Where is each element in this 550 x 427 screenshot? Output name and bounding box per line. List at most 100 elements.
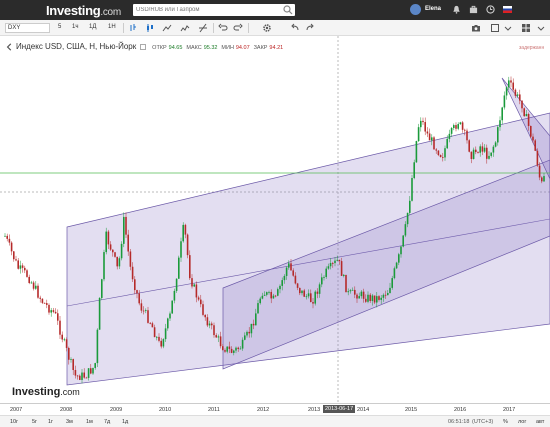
drawing-tools-icon[interactable] <box>198 23 208 33</box>
range-1y[interactable]: 1г <box>48 419 53 425</box>
indicators-icon[interactable] <box>180 23 190 33</box>
candle-body <box>349 290 352 292</box>
candle-body <box>360 291 363 297</box>
timeframe-1h[interactable]: 1ч <box>72 24 78 30</box>
candle-body <box>237 347 239 349</box>
candle-body <box>222 346 224 351</box>
range-5y[interactable]: 5г <box>32 419 37 425</box>
drawing-label: задержанн <box>519 45 545 51</box>
candle-body <box>129 251 132 267</box>
settings-gear-icon[interactable] <box>262 23 272 33</box>
bell-icon[interactable] <box>452 5 461 14</box>
percent-toggle[interactable]: % <box>503 419 508 425</box>
range-10y[interactable]: 10г <box>10 419 18 425</box>
candle-body <box>257 303 259 314</box>
candle-body <box>162 339 165 347</box>
range-7d[interactable]: 7д <box>104 419 110 425</box>
undo-icon[interactable] <box>218 23 228 33</box>
candle-body <box>373 295 376 303</box>
redo-icon[interactable] <box>233 23 243 33</box>
candle-body <box>477 152 479 153</box>
candle-body <box>175 278 178 291</box>
candle-body <box>470 151 473 160</box>
candle-body <box>261 295 264 299</box>
candle-body <box>182 224 184 242</box>
redo-arrow-icon[interactable] <box>305 23 315 33</box>
investing-logo[interactable]: Investing.com <box>46 3 121 18</box>
camera-icon[interactable] <box>471 23 481 33</box>
user-name[interactable]: Elena <box>425 6 441 12</box>
candle-body <box>145 310 147 312</box>
candle-body <box>83 372 85 378</box>
candle-body <box>492 146 495 153</box>
timeframe-1w[interactable]: 1Н <box>108 24 116 30</box>
candle-body <box>497 127 499 143</box>
candle-body <box>156 336 158 338</box>
candle-body <box>488 155 490 159</box>
candle-body <box>475 149 477 153</box>
candle-body <box>250 323 253 334</box>
chevron-left-icon[interactable] <box>6 43 14 51</box>
undo-arrow-icon[interactable] <box>290 23 300 33</box>
timezone-label[interactable]: (UTC+3) <box>472 419 493 425</box>
candle-body <box>508 80 510 88</box>
auto-toggle[interactable]: авт <box>536 419 544 425</box>
low-label: МИН <box>221 45 234 51</box>
range-3m[interactable]: 3м <box>66 419 73 425</box>
candle-body <box>46 303 48 305</box>
candle-body <box>169 313 171 319</box>
timeframe-5[interactable]: 5 <box>58 24 61 30</box>
fullscreen-icon[interactable] <box>490 23 500 33</box>
x-tick: 2012 <box>257 407 270 413</box>
candle-body <box>380 297 382 300</box>
bar-style-icon[interactable] <box>128 23 138 33</box>
legend-color-box[interactable] <box>140 44 147 51</box>
search-input[interactable] <box>133 4 295 16</box>
line-style-icon[interactable] <box>162 23 172 33</box>
candle-body <box>371 295 374 301</box>
layout-grid-icon[interactable] <box>521 23 531 33</box>
user-avatar[interactable] <box>410 4 421 15</box>
candle-body <box>494 142 497 147</box>
russia-flag-icon[interactable] <box>503 6 512 13</box>
search-icon[interactable] <box>283 5 293 15</box>
candle-body <box>534 140 536 151</box>
price-chart[interactable] <box>0 36 550 403</box>
candle-body <box>112 249 114 253</box>
candle-body <box>499 120 501 128</box>
candle-body <box>279 285 281 290</box>
high-label: МАКС <box>186 45 202 51</box>
candle-body <box>28 276 30 283</box>
candle-body <box>510 80 512 83</box>
candle-body <box>21 265 24 268</box>
candle-body <box>422 120 424 123</box>
candle-body <box>323 276 325 278</box>
candle-body <box>59 320 61 335</box>
candle-body <box>87 368 90 378</box>
symbol-input[interactable]: DXY <box>5 23 50 33</box>
timeframe-1d[interactable]: 1Д <box>89 24 96 30</box>
candle-body <box>453 125 455 129</box>
clock-icon[interactable] <box>486 5 495 14</box>
chevron-down-icon[interactable] <box>503 23 513 33</box>
candle-body <box>105 231 107 253</box>
candle-body <box>321 277 323 285</box>
candle-body <box>204 314 206 318</box>
candle-style-icon[interactable] <box>145 23 155 33</box>
candle-body <box>543 176 545 182</box>
candle-body <box>149 322 151 324</box>
candle-body <box>277 289 279 296</box>
log-toggle[interactable]: лог <box>518 419 526 425</box>
x-tick: 2014 <box>357 407 370 413</box>
candle-body <box>114 252 116 257</box>
candle-body <box>72 359 74 371</box>
candle-body <box>233 350 235 353</box>
candle-body <box>30 282 33 284</box>
candle-body <box>464 129 466 131</box>
candle-body <box>116 256 118 267</box>
range-1d[interactable]: 1д <box>122 419 128 425</box>
range-1m[interactable]: 1м <box>86 419 93 425</box>
x-tick: 2016 <box>454 407 467 413</box>
briefcase-icon[interactable] <box>469 5 478 14</box>
chevron-down-icon[interactable] <box>536 23 546 33</box>
